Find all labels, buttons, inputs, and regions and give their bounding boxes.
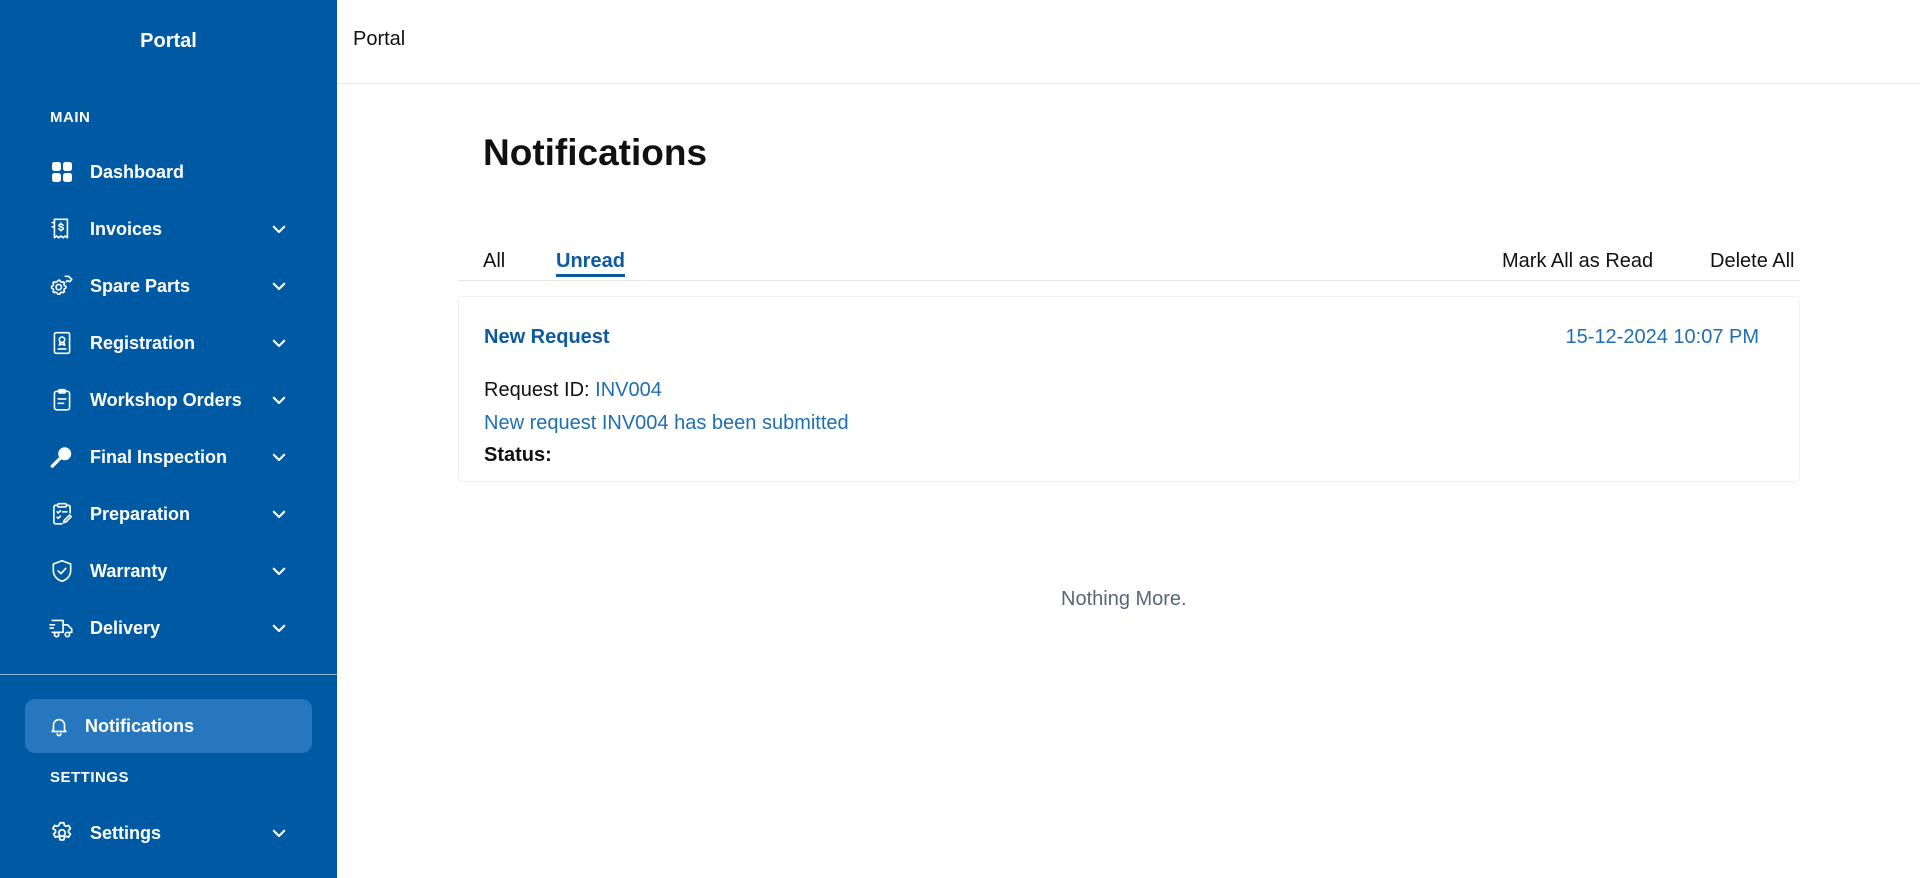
registration-icon (49, 330, 75, 356)
sidebar-item-registration[interactable]: Registration (0, 317, 337, 369)
inspection-icon (49, 444, 75, 470)
shield-check-icon (49, 558, 75, 584)
sidebar-item-invoices[interactable]: Invoices (0, 203, 337, 255)
chevron-down-icon[interactable] (268, 617, 290, 639)
clipboard-icon (49, 387, 75, 413)
tab-unread[interactable]: Unread (556, 250, 625, 277)
sidebar-item-label: Workshop Orders (90, 389, 242, 410)
chevron-down-icon[interactable] (268, 560, 290, 582)
notification-card[interactable]: New Request 15-12-2024 10:07 PM Request … (458, 296, 1800, 482)
request-id-value: INV004 (595, 379, 662, 401)
sidebar: Portal MAIN Dashboard Invoices Spare Par… (0, 0, 337, 878)
sidebar-item-delivery[interactable]: Delivery (0, 602, 337, 654)
truck-icon (49, 615, 75, 641)
page-title: Notifications (483, 132, 708, 173)
sidebar-item-final-inspection[interactable]: Final Inspection (0, 431, 337, 483)
sidebar-item-dashboard[interactable]: Dashboard (0, 146, 337, 198)
status-label: Status: (484, 444, 552, 466)
invoice-icon (49, 216, 75, 242)
sidebar-item-workshop-orders[interactable]: Workshop Orders (0, 374, 337, 426)
sidebar-item-label: Final Inspection (90, 446, 228, 467)
request-id-label: Request ID: (484, 379, 590, 401)
sidebar-divider (0, 674, 337, 675)
dashboard-icon (49, 159, 75, 185)
sidebar-item-label: Delivery (90, 617, 161, 638)
sidebar-item-label: Spare Parts (90, 275, 191, 296)
notification-title: New Request (484, 326, 610, 348)
chevron-down-icon[interactable] (268, 822, 290, 844)
sidebar-item-label: Preparation (90, 503, 191, 524)
spare-parts-icon (49, 273, 75, 299)
chevron-down-icon[interactable] (268, 332, 290, 354)
checklist-icon (49, 501, 75, 527)
chevron-down-icon[interactable] (268, 218, 290, 240)
top-bar: Portal (337, 0, 1920, 84)
sidebar-item-spare-parts[interactable]: Spare Parts (0, 260, 337, 312)
chevron-down-icon[interactable] (268, 275, 290, 297)
sidebar-item-label: Registration (90, 332, 196, 353)
section-label-main: MAIN (50, 109, 91, 126)
sidebar-item-label: Warranty (90, 560, 168, 581)
bell-icon (47, 714, 71, 738)
empty-message: Nothing More. (1061, 588, 1187, 610)
sidebar-item-settings[interactable]: Settings (0, 807, 337, 859)
sidebar-item-notifications[interactable]: Notifications (25, 699, 312, 753)
gear-icon (49, 820, 75, 846)
sidebar-item-label: Notifications (85, 715, 195, 736)
chevron-down-icon[interactable] (268, 446, 290, 468)
chevron-down-icon[interactable] (268, 503, 290, 525)
chevron-down-icon[interactable] (268, 389, 290, 411)
mark-all-read-button[interactable]: Mark All as Read (1502, 250, 1653, 273)
sidebar-item-preparation[interactable]: Preparation (0, 488, 337, 540)
tabs-divider (458, 280, 1800, 281)
delete-all-button[interactable]: Delete All (1710, 250, 1795, 273)
tab-all[interactable]: All (483, 250, 505, 273)
sidebar-item-label: Invoices (90, 218, 163, 239)
request-id-row: Request ID: INV004 (484, 379, 662, 402)
section-label-settings: SETTINGS (50, 769, 130, 786)
notification-message: New request INV004 has been submitted (484, 412, 849, 434)
sidebar-item-warranty[interactable]: Warranty (0, 545, 337, 597)
header-title: Portal (353, 28, 406, 50)
sidebar-brand[interactable]: Portal (0, 0, 337, 82)
sidebar-item-label: Dashboard (90, 161, 185, 182)
sidebar-item-label: Settings (90, 822, 162, 843)
notification-timestamp: 15-12-2024 10:07 PM (1565, 326, 1759, 348)
